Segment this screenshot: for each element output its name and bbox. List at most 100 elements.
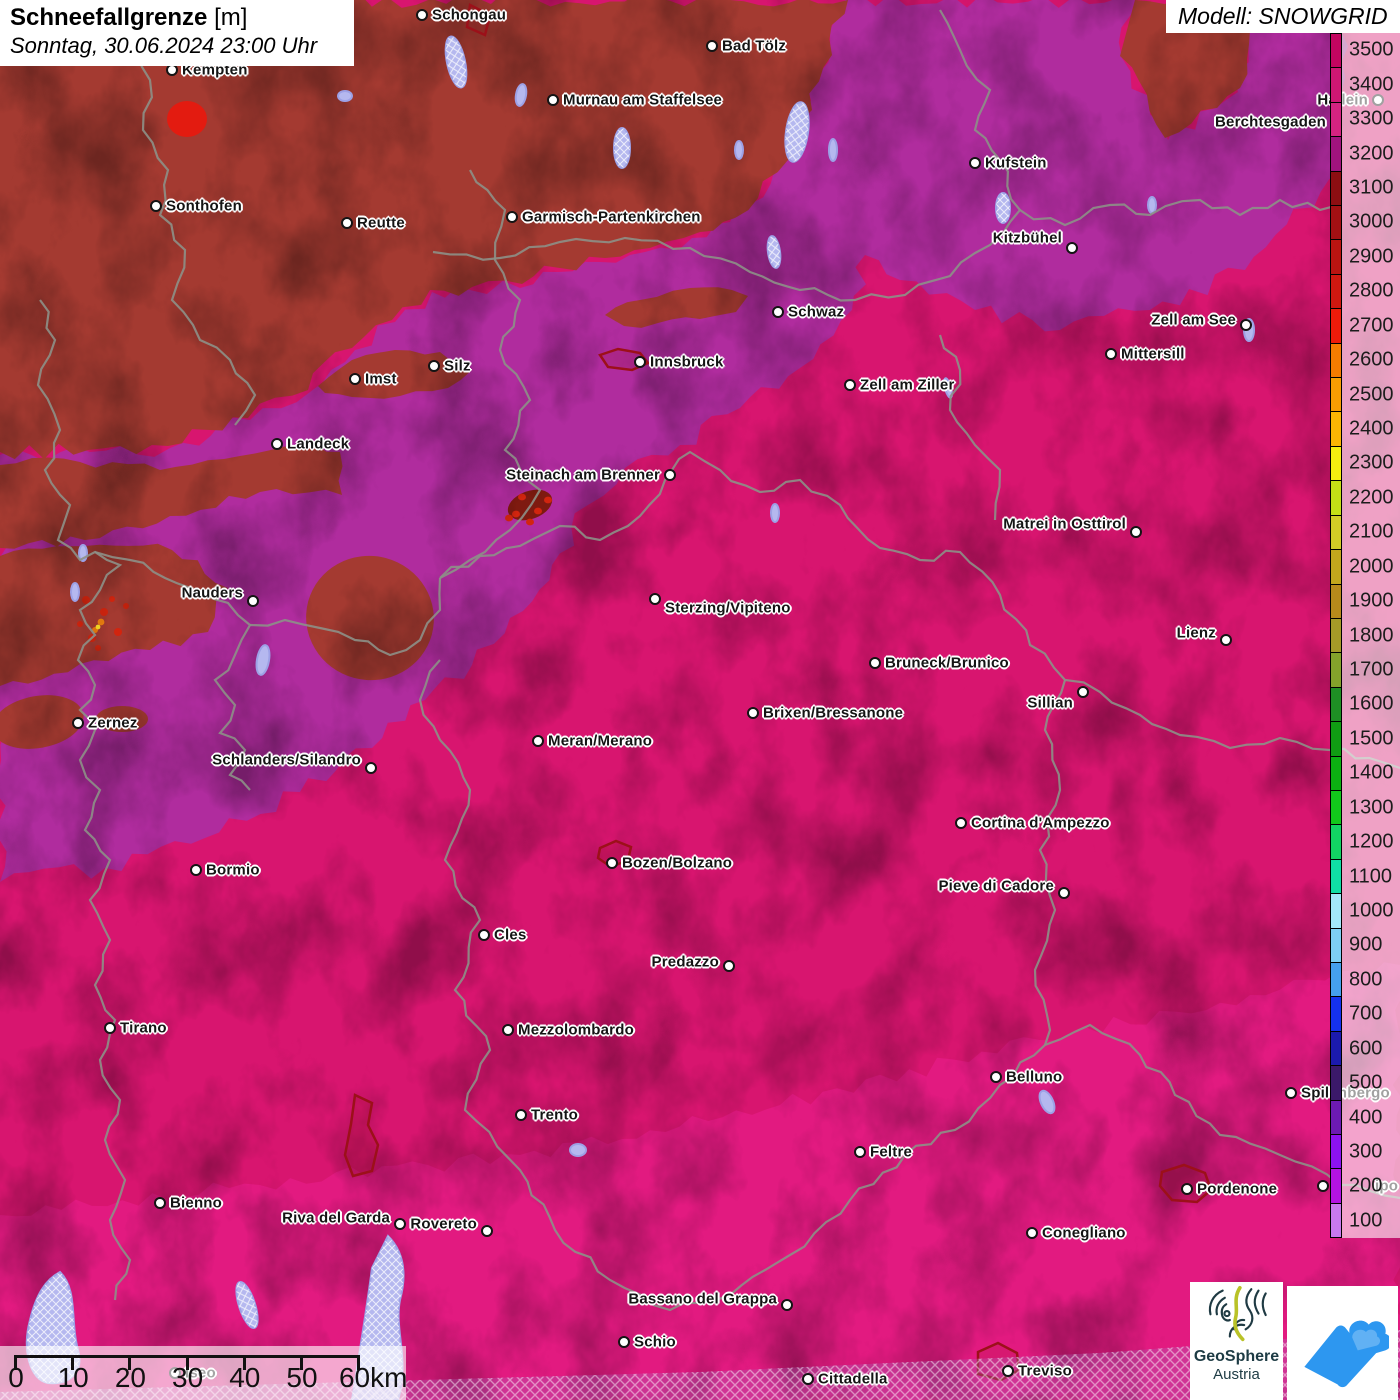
city-label: Sillian <box>1027 694 1073 712</box>
city-marker-dot <box>1240 319 1252 331</box>
city-marker-dot <box>1181 1183 1193 1195</box>
colorbar-tick-label: 600 <box>1349 1037 1383 1060</box>
colorbar-segment-3400 <box>1331 68 1341 103</box>
city-marker-dot <box>747 707 759 719</box>
city-label: Sonthofen <box>166 197 242 215</box>
city-label: Nauders <box>181 584 243 602</box>
city-label: Landeck <box>287 435 350 453</box>
city-label: Berchtesgaden <box>1215 113 1326 131</box>
snowline-colorbar <box>1330 33 1342 1238</box>
city-marker-dot <box>990 1071 1002 1083</box>
city-label: Garmisch-Partenkirchen <box>522 208 701 226</box>
map-title-box: Schneefallgrenze [m] Sonntag, 30.06.2024… <box>0 0 354 66</box>
colorbar-tick-label: 3000 <box>1349 210 1394 233</box>
city-marker-dot <box>1130 526 1142 538</box>
geosphere-contour-icon <box>1208 1285 1267 1342</box>
city-marker-dot <box>532 735 544 747</box>
colorbar-segment-600 <box>1331 1031 1341 1067</box>
city-label: Mezzolombardo <box>518 1021 634 1039</box>
geosphere-wordmark: GeoSphere <box>1193 1348 1280 1365</box>
city-label: Treviso <box>1018 1362 1072 1380</box>
city-marker-dot <box>1105 348 1117 360</box>
city-marker-dot <box>1066 242 1078 254</box>
colorbar-tick-label: 1000 <box>1349 899 1394 922</box>
city-label: Lienz <box>1176 624 1216 642</box>
colorbar-segment-1600 <box>1331 687 1341 723</box>
city-marker-dot <box>416 9 428 21</box>
colorbar-segment-2700 <box>1331 309 1341 344</box>
colorbar-tick-label: 2400 <box>1349 417 1394 440</box>
city-marker-dot <box>247 595 259 607</box>
colorbar-tick-label: 2700 <box>1349 314 1394 337</box>
city-marker-dot <box>515 1109 527 1121</box>
colorbar-tick-label: 1400 <box>1349 761 1394 784</box>
scalebar-label: 0 <box>8 1362 24 1393</box>
colorbar-segment-2800 <box>1331 274 1341 310</box>
city-marker-dot <box>1026 1227 1038 1239</box>
city-marker-dot <box>1285 1087 1297 1099</box>
colorbar-tick-label: 3500 <box>1349 38 1394 61</box>
partner-logo <box>1287 1286 1398 1400</box>
city-marker-dot <box>1002 1365 1014 1377</box>
city-marker-dot <box>618 1336 630 1348</box>
distance-scalebar: 0 10 20 30 40 50 60km <box>0 1346 407 1400</box>
colorbar-segment-500 <box>1331 1066 1341 1101</box>
city-label: Bormio <box>206 861 260 879</box>
city-label: Steinach am Brenner <box>506 466 660 484</box>
model-label: Modell: SNOWGRID <box>1178 3 1388 29</box>
colorbar-tick-label: 500 <box>1349 1071 1383 1094</box>
city-label: Bozen/Bolzano <box>622 854 733 872</box>
colorbar-tick-label: 3400 <box>1349 73 1394 96</box>
city-label: Zernez <box>88 714 138 732</box>
city-label: Kitzbühel <box>992 229 1062 247</box>
colorbar-tick-label: 200 <box>1349 1174 1383 1197</box>
colorbar-segment-2100 <box>1331 515 1341 551</box>
city-label: Sterzing/Vipiteno <box>665 599 791 617</box>
colorbar-segment-100 <box>1331 1203 1341 1238</box>
city-label: Schwaz <box>788 303 845 321</box>
colorbar-tick-label: 3200 <box>1349 142 1394 164</box>
colorbar-segment-1800 <box>1331 618 1341 654</box>
colorbar-tick-label: 2300 <box>1349 451 1394 474</box>
geosphere-logo: GeoSphere Austria <box>1190 1282 1283 1400</box>
city-label: Predazzo <box>651 953 719 971</box>
city-marker-dot <box>104 1022 116 1034</box>
colorbar-segment-2500 <box>1331 378 1341 413</box>
city-marker-dot <box>154 1197 166 1209</box>
colorbar-segment-2000 <box>1331 550 1341 585</box>
colorbar-tick-label: 1600 <box>1349 692 1394 715</box>
colorbar-segment-3200 <box>1331 137 1341 172</box>
city-marker-dot <box>349 373 361 385</box>
colorbar-segment-1100 <box>1331 859 1341 895</box>
city-label: Meran/Merano <box>548 732 653 750</box>
colorbar-tick-label: 100 <box>1349 1209 1383 1232</box>
colorbar-tick-label: 700 <box>1349 1002 1383 1025</box>
city-marker-dot <box>1077 686 1089 698</box>
city-label: Cortina d'Ampezzo <box>971 814 1110 832</box>
colorbar-segment-300 <box>1331 1135 1341 1170</box>
scalebar-label: 30 <box>172 1362 204 1393</box>
city-label: Pieve di Cadore <box>938 877 1054 895</box>
city-label: Cittadella <box>818 1370 888 1388</box>
city-label: Rovereto <box>410 1215 477 1233</box>
colorbar-tick-label: 2600 <box>1349 348 1394 371</box>
city-marker-dot <box>506 211 518 223</box>
city-label: Zell am See <box>1151 311 1236 329</box>
colorbar-tick-label: 1200 <box>1349 830 1394 853</box>
colorbar-tick-label: 2100 <box>1349 520 1394 543</box>
colorbar-tick-label: 1300 <box>1349 796 1394 819</box>
city-marker-dot <box>394 1218 406 1230</box>
city-marker-dot <box>969 157 981 169</box>
colorbar-tick-label: 3100 <box>1349 176 1394 199</box>
valid-time: Sonntag, 30.06.2024 23:00 Uhr <box>10 33 318 58</box>
city-label: Conegliano <box>1042 1224 1126 1242</box>
colorbar-tick-label: 3300 <box>1349 107 1394 130</box>
title-unit: [m] <box>214 4 248 31</box>
title-main: Schneefallgrenze <box>10 4 208 31</box>
city-label: Schlanders/Silandro <box>212 751 361 769</box>
colorbar-tick-label: 1100 <box>1349 865 1393 887</box>
city-marker-dot <box>649 593 661 605</box>
colorbar-tick-label: 2200 <box>1349 486 1394 509</box>
city-label: Riva del Garda <box>282 1209 390 1227</box>
colorbar-tick-label: 2500 <box>1349 383 1394 405</box>
